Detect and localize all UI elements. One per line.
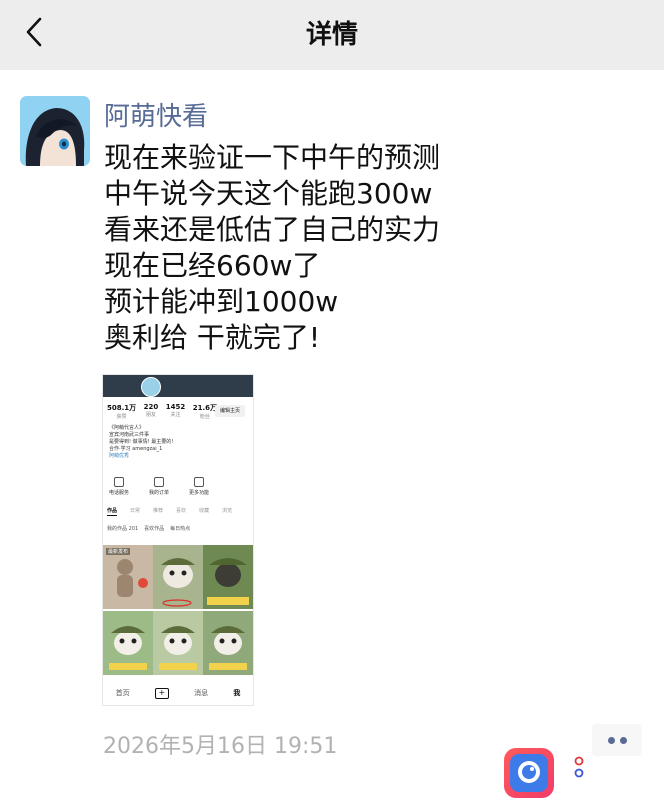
edit-profile-button: 编辑主页	[215, 405, 245, 417]
screenshot-quick-actions: 电话服务 我的订单 更多功能	[109, 477, 209, 496]
username[interactable]: 阿萌快看	[104, 96, 208, 133]
stat: 220 朋友	[143, 403, 159, 418]
page-title: 详情	[305, 20, 358, 50]
avatar-image	[20, 96, 90, 166]
more-dot-icon	[619, 736, 627, 744]
post-line: 预计能冲到1000w	[104, 285, 339, 318]
screenshot-video-grid: 最新发布	[103, 545, 253, 675]
plus-icon: +	[154, 687, 169, 699]
stat: 21.6万 粉丝	[192, 404, 217, 420]
more-dot-icon	[607, 736, 615, 744]
post-line: 中午说今天这个能跑300w	[104, 177, 433, 210]
post-line: 现在来验证一下中午的预测	[104, 141, 441, 174]
side-dots-icon[interactable]	[573, 755, 585, 785]
floating-app-icon[interactable]	[504, 748, 554, 798]
video-thumbnail: 最新发布	[103, 545, 153, 609]
attached-screenshot[interactable]: 508.1万 获赞 220 朋友 1452 关注 21.6万 粉丝 编辑主页 《阿萌代言…	[103, 375, 253, 705]
video-thumbnail	[203, 545, 253, 609]
video-thumbnail	[103, 611, 153, 675]
video-thumbnail	[203, 611, 253, 675]
post-text: 现在来验证一下中午的预测 中午说今天这个能跑300w 看来还是低估了自己的实力 …	[104, 140, 644, 356]
stat: 508.1万 获赞	[107, 404, 137, 420]
screenshot-bio: 《阿萌代言人》 宣宾河南武三件事 是要得到! 做事情! 最主要的! 合作·学习 …	[109, 425, 174, 459]
stat: 1452 关注	[165, 403, 186, 418]
quick-item: 电话服务	[109, 477, 129, 496]
post-line: 现在已经660w了	[104, 249, 321, 282]
more-actions-button[interactable]	[592, 724, 642, 756]
quick-item: 更多功能	[189, 477, 209, 496]
navbar: 详情	[0, 0, 664, 70]
screenshot-bottom-nav: 首页 + 消息 我	[103, 681, 253, 705]
avatar[interactable]	[20, 96, 90, 166]
quick-item: 我的订单	[149, 477, 169, 496]
post-line: 看来还是低估了自己的实力	[104, 213, 441, 246]
screenshot-avatar	[141, 377, 161, 397]
camera-icon	[510, 754, 548, 792]
post-timestamp: 2026年5月16日 19:51	[103, 734, 338, 759]
video-thumbnail	[153, 611, 203, 675]
screenshot-stats: 508.1万 获赞 220 朋友 1452 关注 21.6万 粉丝	[107, 403, 217, 420]
post-line: 奥利给 干就完了!	[104, 321, 321, 354]
screenshot-header	[103, 375, 253, 397]
screenshot-tabs: 作品 日常 推荐 喜欢 收藏 浏览	[107, 508, 233, 516]
video-thumbnail	[153, 545, 203, 609]
screenshot-filters: 我的作品 201 喜欢作品 每日热点	[107, 526, 191, 532]
